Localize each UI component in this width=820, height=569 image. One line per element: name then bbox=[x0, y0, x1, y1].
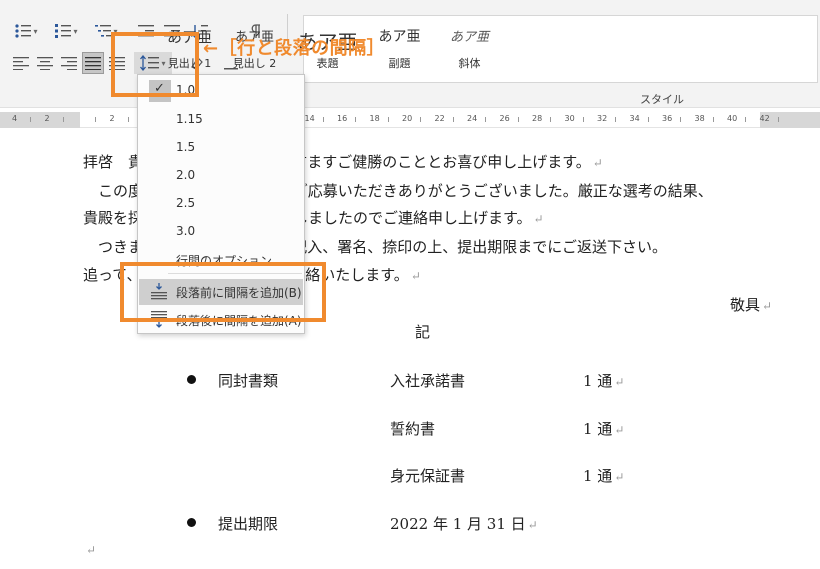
ruler-number: 14 bbox=[304, 114, 315, 123]
ruler-number: 22 bbox=[434, 114, 445, 123]
align-left-button[interactable] bbox=[10, 52, 32, 74]
paragraph-mark: ↵ bbox=[410, 269, 421, 283]
highlight-add-space-before bbox=[120, 262, 326, 322]
ruler-tick bbox=[420, 117, 421, 122]
quantity-text: 1 通 bbox=[583, 467, 613, 485]
menu-item-label: 1.15 bbox=[176, 112, 203, 126]
ruler-number: 24 bbox=[467, 114, 478, 123]
ruler-number: 2 bbox=[109, 114, 115, 123]
style-name: 斜体 bbox=[458, 57, 481, 70]
ruler-number: 2 bbox=[44, 114, 50, 123]
menu-item-1-5[interactable]: 1.5 bbox=[139, 135, 303, 161]
ruler-tick bbox=[517, 117, 519, 122]
paragraph-mark: ↵ bbox=[527, 518, 538, 532]
align-right-icon bbox=[61, 57, 77, 70]
ruler-tick bbox=[62, 117, 64, 122]
menu-item-label: 1.5 bbox=[176, 140, 196, 154]
closing-text: 敬具 bbox=[730, 296, 761, 314]
chevron-down-icon: ▾ bbox=[33, 26, 38, 36]
highlight-line-spacing-button bbox=[111, 32, 199, 97]
align-center-icon bbox=[37, 57, 53, 70]
ruler-number: 42 bbox=[759, 114, 770, 123]
ruler-tick bbox=[777, 117, 779, 122]
style-item[interactable]: あア亜 斜体 bbox=[437, 16, 502, 82]
deadline-label: 提出期限 bbox=[218, 515, 279, 533]
ruler-number: 40 bbox=[727, 114, 738, 123]
ruler-tick bbox=[550, 117, 551, 122]
item-quantity: 1 通 ↵ bbox=[583, 418, 624, 439]
menu-item-3-0[interactable]: 3.0 bbox=[139, 219, 303, 245]
ruler-tick bbox=[95, 117, 96, 122]
chevron-down-icon: ▾ bbox=[73, 26, 78, 36]
numbering-icon bbox=[55, 24, 72, 38]
paragraph-mark: ↵ bbox=[614, 375, 625, 389]
bullet-dot bbox=[187, 518, 196, 527]
closing-keigu: 敬具 ↵ bbox=[730, 294, 772, 315]
ruler-number: 18 bbox=[369, 114, 380, 123]
ruler-number: 34 bbox=[629, 114, 640, 123]
item-document: 入社承諾書 bbox=[390, 372, 466, 390]
quantity-text: 1 通 bbox=[583, 372, 613, 390]
ruler-tick bbox=[452, 117, 454, 122]
justify-icon bbox=[85, 57, 101, 70]
ki-heading: 記 bbox=[415, 323, 431, 341]
multilevel-list-icon bbox=[95, 25, 112, 37]
ruler-tick bbox=[355, 117, 356, 122]
align-left-icon bbox=[13, 57, 29, 70]
ruler-tick bbox=[387, 117, 389, 122]
item-document: 身元保証書 bbox=[390, 467, 466, 485]
deadline-text: 2022 年 1 月 31 日 bbox=[390, 515, 526, 533]
item-quantity: 1 通 ↵ bbox=[583, 465, 624, 486]
paragraph-mark: ↵ bbox=[614, 470, 625, 484]
numbering-button[interactable]: ▾ bbox=[48, 20, 84, 42]
ruler-tick bbox=[582, 117, 584, 122]
menu-item-1-15[interactable]: 1.15 bbox=[139, 107, 303, 133]
ruler-number: 32 bbox=[597, 114, 608, 123]
paragraph-mark: ↵ bbox=[533, 212, 544, 226]
document-page[interactable]: 拝啓 貴殿におかれましてはますますご健勝のこととお喜び申し上げます。 ↵ この度は… bbox=[0, 130, 820, 569]
ruler-number: 20 bbox=[402, 114, 413, 123]
ruler-number: 30 bbox=[564, 114, 575, 123]
paragraph-mark: ↵ bbox=[762, 299, 773, 313]
item-quantity: 1 通 ↵ bbox=[583, 370, 624, 391]
ruler-number: 36 bbox=[662, 114, 673, 123]
empty-paragraph: ↵ bbox=[84, 540, 96, 558]
ruler-tick bbox=[615, 117, 616, 122]
ruler-tick bbox=[712, 117, 714, 122]
ruler-number: 26 bbox=[499, 114, 510, 123]
ruler-tick bbox=[745, 117, 746, 122]
deadline-value: 2022 年 1 月 31 日 ↵ bbox=[390, 513, 538, 534]
menu-item-label: 2.5 bbox=[176, 196, 196, 210]
ruler-number: 38 bbox=[694, 114, 705, 123]
paragraph-mark: ↵ bbox=[614, 423, 625, 437]
ruler-tick bbox=[127, 117, 129, 122]
ruler-tick bbox=[485, 117, 486, 122]
horizontal-ruler[interactable]: 4224681012141618202224262830323436384042 bbox=[0, 112, 820, 128]
ruler-tick bbox=[322, 117, 324, 122]
bullets-button[interactable]: ▾ bbox=[8, 20, 44, 42]
menu-item-label: 2.0 bbox=[176, 168, 196, 182]
bullets-icon bbox=[15, 24, 32, 38]
paragraph-mark: ↵ bbox=[592, 156, 603, 170]
style-group-label: スタイル bbox=[640, 93, 684, 106]
annotation-label: ←［行と段落の間隔］ bbox=[203, 38, 386, 59]
align-center-button[interactable] bbox=[34, 52, 56, 74]
ruler-tick bbox=[30, 117, 31, 122]
ruler-number: 28 bbox=[532, 114, 543, 123]
menu-item-label: 3.0 bbox=[176, 224, 196, 238]
style-sample: あア亜 bbox=[449, 30, 489, 45]
justify-button[interactable] bbox=[82, 52, 104, 74]
quantity-text: 1 通 bbox=[583, 420, 613, 438]
bullet-dot bbox=[187, 375, 196, 384]
item-document: 誓約書 bbox=[390, 420, 436, 438]
ruler-number: 4 bbox=[12, 114, 18, 123]
paragraph-mark: ↵ bbox=[86, 543, 97, 557]
ruler-tick bbox=[647, 117, 649, 122]
menu-item-2-5[interactable]: 2.5 bbox=[139, 191, 303, 217]
menu-item-2-0[interactable]: 2.0 bbox=[139, 163, 303, 189]
align-right-button[interactable] bbox=[58, 52, 80, 74]
ruler-number: 16 bbox=[337, 114, 348, 123]
item-label: 同封書類 bbox=[218, 372, 279, 390]
ruler-tick bbox=[680, 117, 681, 122]
